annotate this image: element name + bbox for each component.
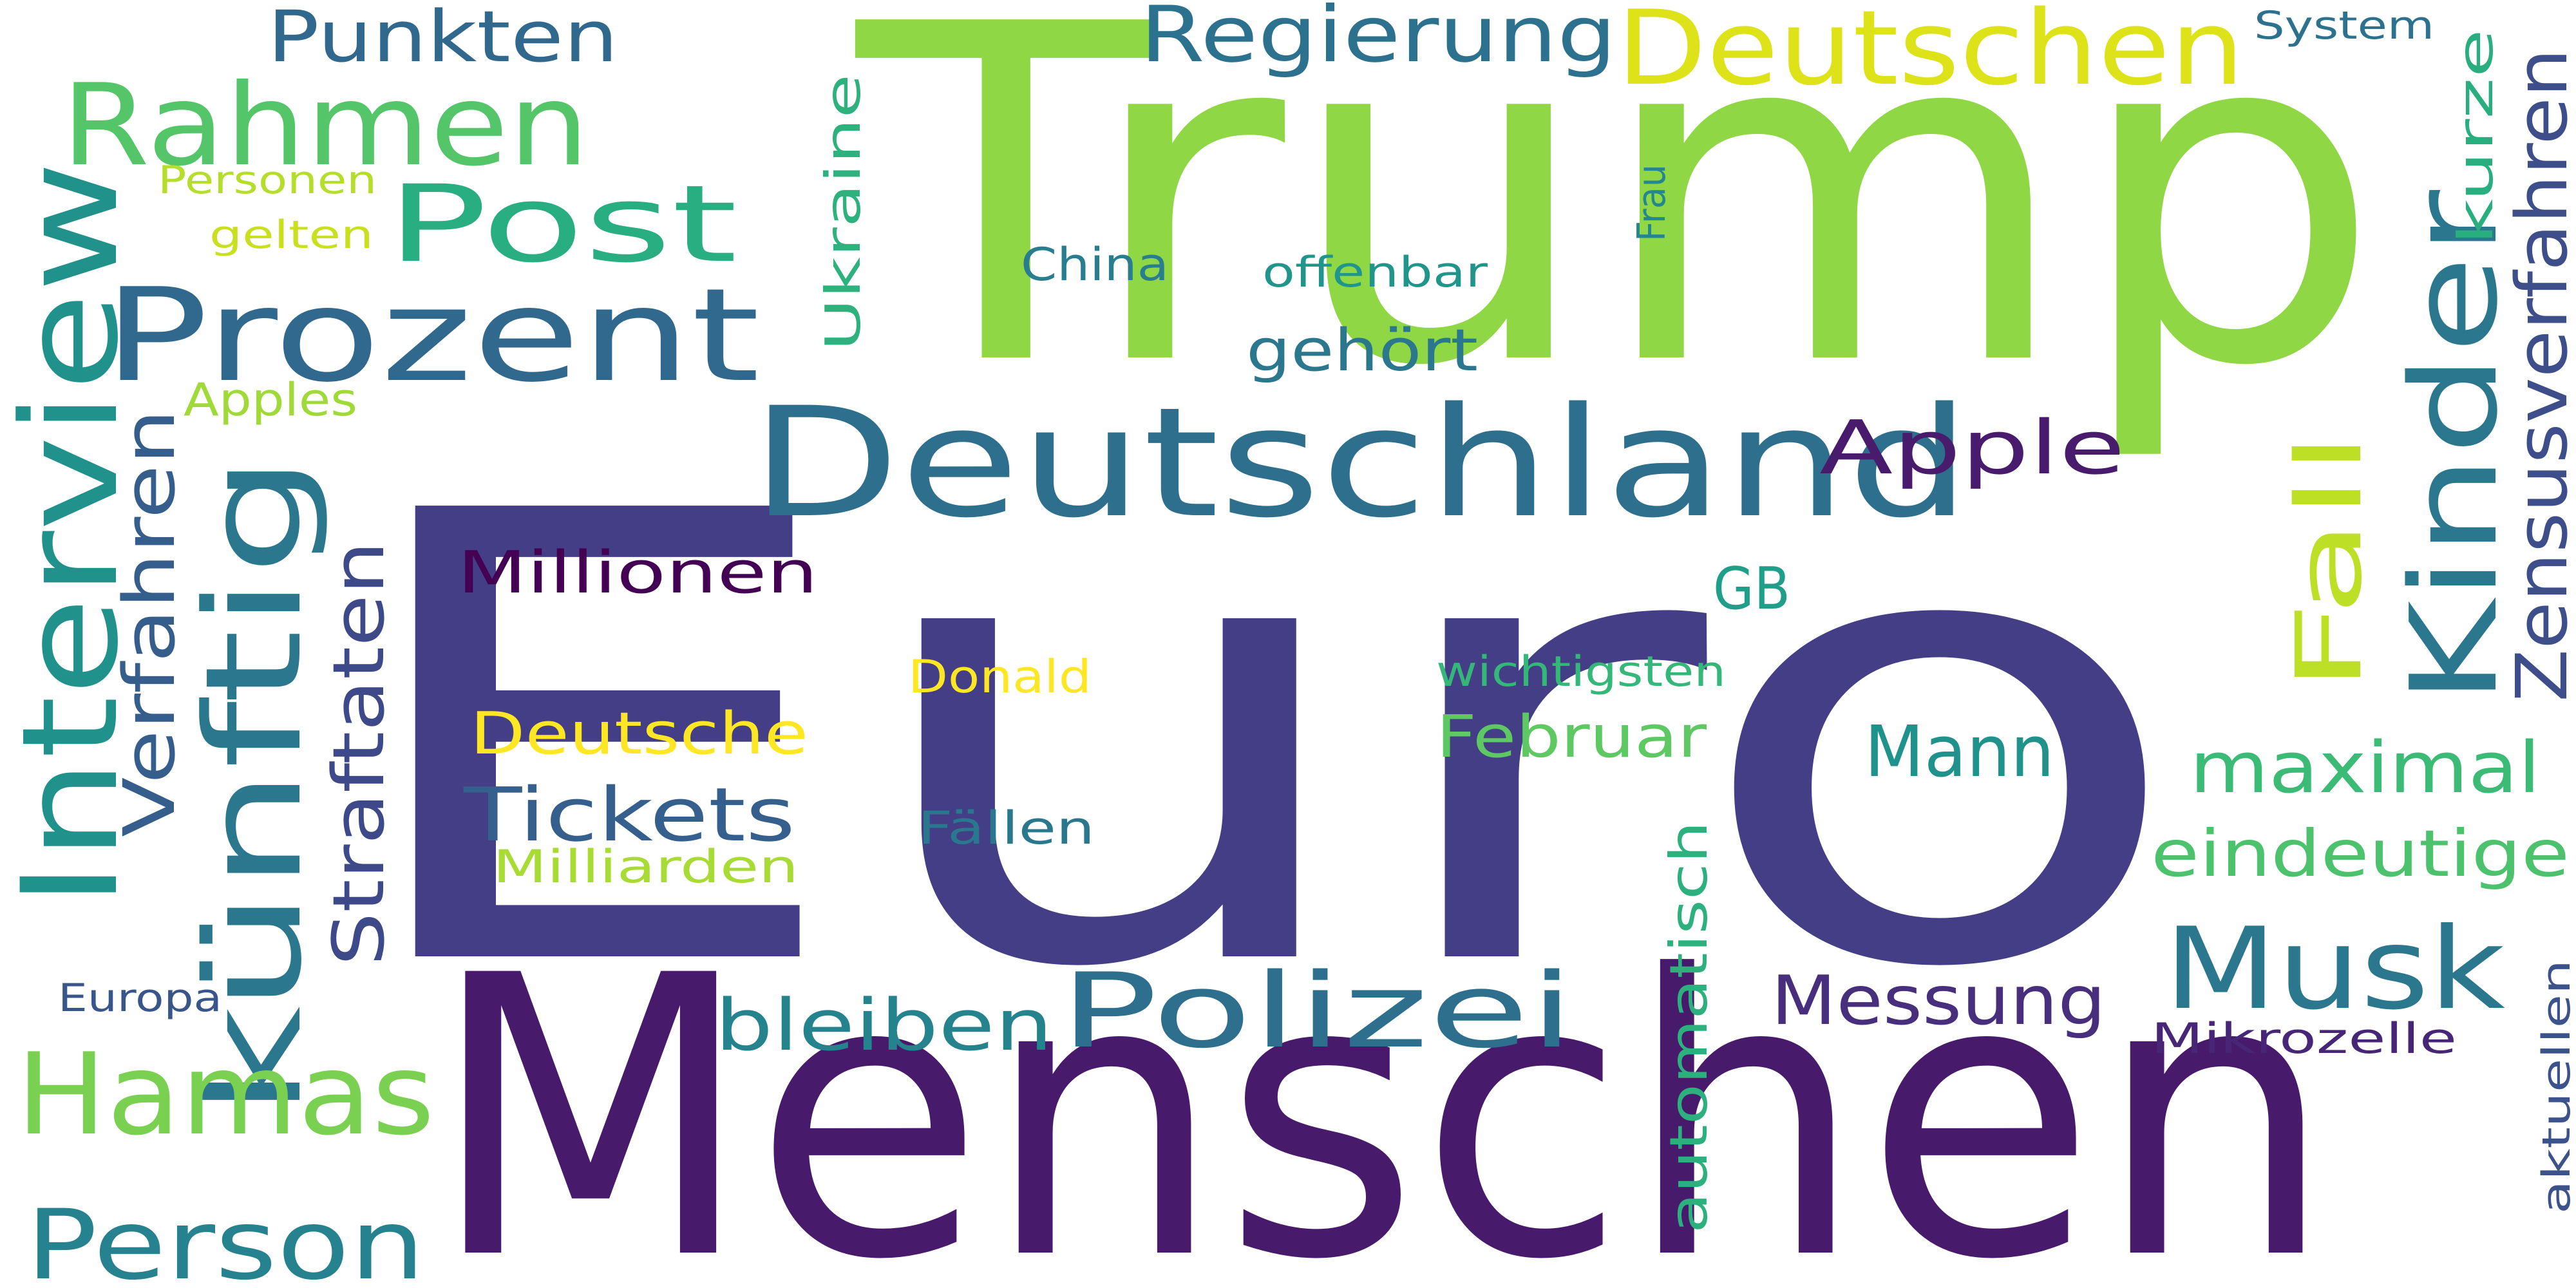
word-deutschen: Deutschen	[1616, 0, 2244, 108]
word-automatisch: automatisch	[1659, 821, 1719, 1233]
word-messung: Messung	[1771, 961, 2106, 1040]
word-wichtigsten: wichtigsten	[1436, 648, 1726, 696]
word-person: Person	[26, 1189, 425, 1288]
word-polizei: Polizei	[1059, 951, 1575, 1071]
word-mann: Mann	[1864, 710, 2054, 793]
word-kurze: kurze	[2447, 29, 2504, 245]
word-apples: Apples	[184, 374, 357, 426]
word-fall: Fall	[2277, 431, 2382, 692]
word-verfahren: Verfahren	[108, 409, 191, 837]
word-gehoert: gehört	[1246, 317, 1478, 384]
word-deutsche: Deutsche	[470, 700, 808, 768]
word-post: Post	[386, 162, 737, 286]
word-apple: Apple	[1819, 405, 2125, 491]
word-personen: Personen	[158, 158, 377, 203]
word-aktuellen: aktuellen	[2534, 960, 2576, 1214]
word-eindeutige: eindeutige	[2151, 816, 2570, 891]
word-ukraine: Ukraine	[815, 74, 871, 351]
word-frau: Frau	[1629, 164, 1674, 242]
word-millionen: Millionen	[457, 539, 818, 607]
word-europa: Europa	[58, 976, 222, 1021]
word-donald: Donald	[908, 650, 1092, 703]
word-hamas: Hamas	[16, 1030, 435, 1160]
word-gb: GB	[1713, 555, 1790, 623]
word-mikrozelle: Mikrozelle	[2151, 1015, 2457, 1063]
word-gelten: gelten	[209, 213, 374, 258]
word-system: System	[2254, 3, 2434, 48]
word-cloud: Euro Trump Menschen Deutschland künftig …	[0, 0, 2576, 1288]
word-zensusverfahren: Zensusverfahren	[2501, 48, 2576, 702]
word-punkten: Punkten	[267, 0, 618, 78]
word-china: China	[1021, 238, 1169, 291]
word-deutschland: Deutschland	[750, 375, 1971, 551]
word-februar: Februar	[1436, 703, 1707, 771]
word-bleiben: bleiben	[715, 984, 1053, 1066]
word-milliarden: Milliarden	[493, 840, 799, 893]
word-regierung: Regierung	[1140, 0, 1616, 80]
word-offenbar: offenbar	[1262, 249, 1488, 297]
word-maximal: maximal	[2190, 726, 2541, 809]
word-straftaten: Straftaten	[317, 541, 400, 966]
word-faellen: Fällen	[918, 802, 1095, 855]
